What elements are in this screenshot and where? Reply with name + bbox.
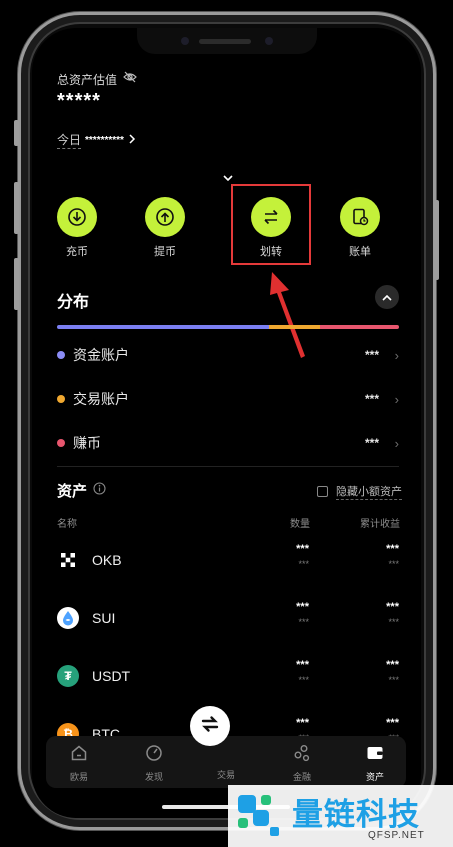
tab-label: 交易 (216, 770, 235, 780)
asset-quantity: *** (296, 601, 309, 613)
hide-small-assets-toggle[interactable]: 隐藏小额资产 (317, 483, 402, 500)
tab-label: 发现 (144, 772, 163, 782)
asset-pnl: *** (386, 543, 399, 555)
account-value: *** (364, 392, 379, 406)
account-value: *** (364, 348, 379, 362)
notch (137, 28, 317, 54)
checkbox[interactable] (317, 486, 328, 497)
asset-quantity: *** (296, 717, 309, 729)
power-button (434, 200, 439, 280)
bottom-tab-bar: 欧易 发现 交易 金融 资产 (46, 736, 406, 788)
account-name: 资金账户 (73, 347, 129, 363)
tab-home[interactable]: 欧易 (54, 744, 104, 783)
column-pnl: 累计收益 (360, 519, 400, 530)
finance-icon (293, 745, 311, 766)
trade-icon (199, 713, 221, 740)
deposit-button[interactable]: 充币 (50, 197, 104, 259)
today-pnl[interactable]: 今日 ********** (57, 131, 136, 149)
asset-symbol: OKB (92, 552, 122, 568)
watermark-url: QFSP.NET (368, 830, 425, 841)
volume-up-button (14, 182, 19, 234)
tab-discover[interactable]: 发现 (129, 744, 179, 783)
account-name: 交易账户 (73, 391, 129, 407)
sui-icon (57, 607, 79, 629)
bill-icon (340, 197, 380, 237)
account-row-trading[interactable]: 交易账户 *** › (57, 389, 399, 409)
watermark-logo-icon (238, 795, 279, 836)
hide-small-assets-label: 隐藏小额资产 (336, 483, 402, 500)
total-assets-value: ***** (57, 90, 101, 112)
divider (57, 466, 399, 467)
tab-label: 欧易 (69, 772, 88, 782)
watermark: 量链科技 QFSP.NET (228, 785, 453, 847)
tab-label: 资产 (365, 772, 384, 782)
distribution-segment (320, 325, 399, 329)
column-quantity: 数量 (290, 519, 310, 530)
distribution-segment (57, 325, 269, 329)
asset-pnl: *** (386, 717, 399, 729)
mute-switch (14, 120, 19, 146)
info-icon[interactable] (93, 481, 106, 500)
asset-quantity-sub: *** (298, 617, 309, 627)
withdraw-button[interactable]: 提币 (138, 197, 192, 259)
deposit-icon (57, 197, 97, 237)
withdraw-icon (145, 197, 185, 237)
account-row-earn[interactable]: 赚币 *** › (57, 433, 399, 453)
account-dot (57, 395, 65, 403)
bill-label: 账单 (349, 246, 371, 258)
chevron-right-icon: › (394, 391, 399, 407)
distribution-segment (269, 325, 320, 329)
watermark-title: 量链科技 (292, 797, 420, 833)
chevron-right-icon: › (394, 347, 399, 363)
chevron-right-icon (129, 131, 136, 149)
distribution-title: 分布 (57, 294, 90, 311)
asset-pnl: *** (386, 601, 399, 613)
asset-row-okb[interactable]: OKB *** *** *** *** (57, 541, 399, 581)
column-name: 名称 (57, 519, 77, 530)
account-name: 赚币 (73, 435, 101, 451)
asset-row-usdt[interactable]: ₮ USDT *** *** *** *** (57, 657, 399, 697)
assets-title: 资产 (57, 483, 88, 500)
account-dot (57, 351, 65, 359)
asset-quantity: *** (296, 543, 309, 555)
today-label: 今日 (57, 133, 82, 149)
assets-header: 资产 (57, 480, 106, 501)
tab-assets[interactable]: 资产 (350, 744, 400, 783)
discover-icon (145, 745, 163, 766)
account-row-funding[interactable]: 资金账户 *** › (57, 345, 399, 365)
trade-center-button[interactable] (190, 706, 230, 746)
okb-icon (57, 549, 79, 571)
bill-button[interactable]: 账单 (333, 197, 387, 259)
asset-symbol: USDT (92, 668, 131, 684)
app-screen: 总资产估值 ***** 今日 ********** 充币 提币 划转 账单 分布… (32, 28, 421, 818)
collapse-button[interactable] (375, 285, 399, 309)
asset-symbol: SUI (92, 610, 116, 626)
withdraw-label: 提币 (154, 246, 176, 258)
chevron-up-icon (382, 288, 392, 306)
account-dot (57, 439, 65, 447)
account-value: *** (364, 436, 379, 450)
total-assets-label: 总资产估值 (57, 72, 118, 87)
wallet-icon (366, 747, 384, 766)
deposit-label: 充币 (66, 246, 88, 258)
total-assets-header: 总资产估值 (57, 70, 137, 88)
transfer-highlight-box (231, 184, 311, 265)
tab-trade[interactable]: 交易 (201, 765, 251, 781)
asset-pnl-sub: *** (388, 559, 399, 569)
asset-quantity-sub: *** (298, 675, 309, 685)
asset-pnl-sub: *** (388, 617, 399, 627)
asset-quantity: *** (296, 659, 309, 671)
asset-quantity-sub: *** (298, 559, 309, 569)
chevron-right-icon: › (394, 435, 399, 451)
usdt-icon: ₮ (57, 665, 79, 687)
asset-pnl-sub: *** (388, 675, 399, 685)
hide-eye-icon[interactable] (123, 70, 137, 88)
today-value: ********** (85, 134, 124, 146)
home-icon (70, 745, 88, 766)
tab-finance[interactable]: 金融 (277, 744, 327, 783)
volume-down-button (14, 258, 19, 310)
asset-row-sui[interactable]: SUI *** *** *** *** (57, 599, 399, 639)
tab-label: 金融 (292, 772, 311, 782)
asset-pnl: *** (386, 659, 399, 671)
